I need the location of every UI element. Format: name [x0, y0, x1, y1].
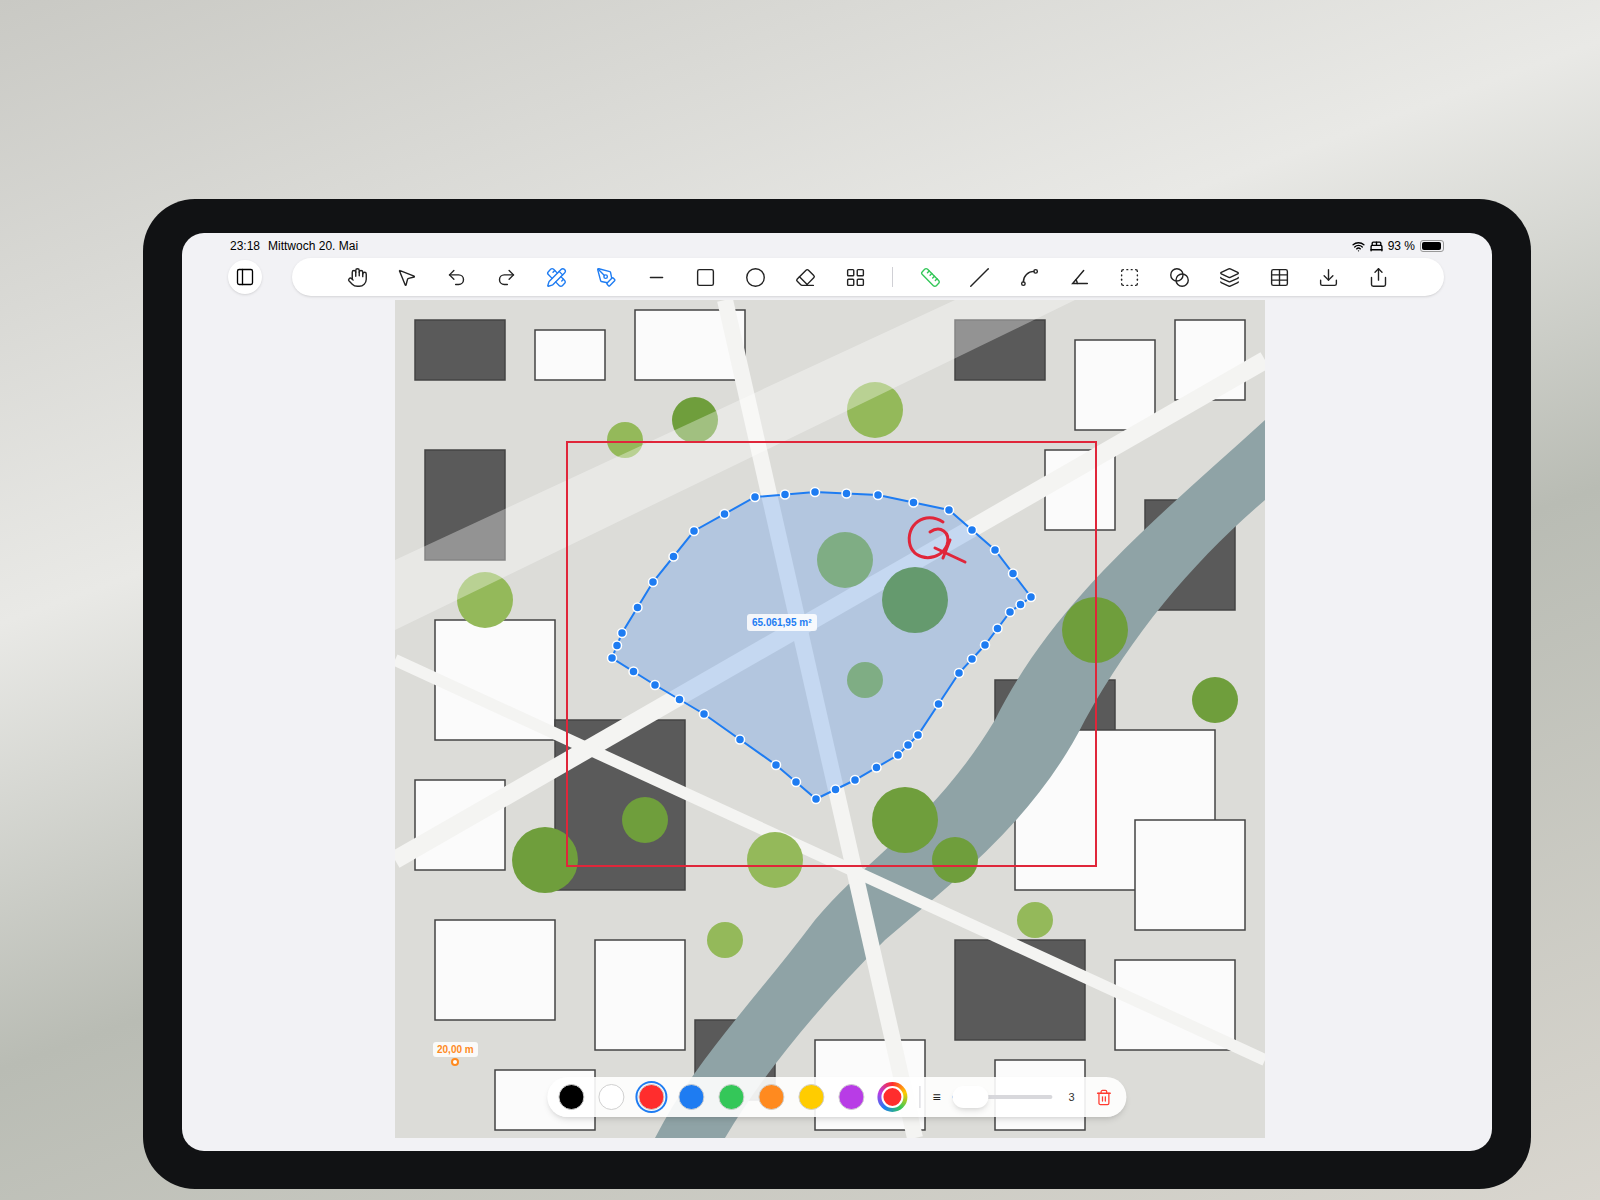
distance-icon [969, 267, 990, 288]
color-swatch[interactable] [717, 1083, 745, 1111]
custom-color-picker[interactable] [877, 1082, 907, 1112]
undo-tool[interactable] [444, 264, 470, 290]
polyline-icon [1019, 267, 1040, 288]
layers-icon [1219, 267, 1240, 288]
tablet-screen: 23:18 Mittwoch 20. Mai 93 % 65.061,95 m² 20,… [182, 233, 1492, 1151]
battery-icon [1420, 240, 1444, 252]
scale-icon [920, 267, 941, 288]
select-tool[interactable] [394, 264, 420, 290]
area-select-tool[interactable] [1117, 264, 1143, 290]
import-icon [1318, 267, 1339, 288]
color-swatch[interactable] [677, 1083, 705, 1111]
color-swatch[interactable] [797, 1083, 825, 1111]
line-tool[interactable] [643, 264, 669, 290]
canvas[interactable]: 65.061,95 m² 20,00 m [182, 297, 1492, 1151]
wifi-icon [1352, 240, 1365, 253]
hand-tool[interactable] [344, 264, 370, 290]
sleep-focus-icon [1370, 240, 1383, 253]
rectangle-icon [695, 267, 716, 288]
trash-icon [1095, 1089, 1112, 1106]
color-swatch[interactable] [597, 1083, 625, 1111]
circle-icon [745, 267, 766, 288]
scale-handle-icon[interactable] [451, 1058, 459, 1066]
color-swatch[interactable] [557, 1083, 585, 1111]
scale-label: 20,00 m [433, 1042, 478, 1066]
pen-icon [596, 267, 617, 288]
overlap-icon [1169, 267, 1190, 288]
table-tool[interactable] [1266, 264, 1292, 290]
share-tool[interactable] [1366, 264, 1392, 290]
stroke-width-value: 3 [1065, 1089, 1079, 1106]
battery-percent: 93 % [1388, 237, 1415, 255]
area-label: 65.061,95 m² [747, 614, 817, 631]
sidebar-toggle[interactable] [228, 260, 262, 294]
polyline-tool[interactable] [1017, 264, 1043, 290]
undo-icon [446, 267, 467, 288]
line-icon [646, 267, 667, 288]
eraser-icon [795, 267, 816, 288]
pen-tool[interactable] [593, 264, 619, 290]
stroke-width-slider[interactable] [953, 1095, 1053, 1099]
area-polygon[interactable] [395, 300, 1265, 1138]
table-icon [1269, 267, 1290, 288]
status-date: Mittwoch 20. Mai [268, 237, 358, 255]
angle-icon [1069, 266, 1091, 288]
stroke-width-icon: ≡ [932, 1087, 940, 1108]
scale-tool[interactable] [917, 264, 943, 290]
toolbar-separator [892, 267, 893, 287]
page: 23:18 Mittwoch 20. Mai 93 % 65.061,95 m² 20,… [0, 0, 1600, 1200]
toolbar-row [182, 257, 1492, 297]
palette-bar: ≡3 [547, 1077, 1126, 1117]
tablet-bezel: 23:18 Mittwoch 20. Mai 93 % 65.061,95 m² 20,… [143, 199, 1531, 1189]
color-swatch[interactable] [837, 1083, 865, 1111]
import-tool[interactable] [1316, 264, 1342, 290]
grid-icon [845, 267, 866, 288]
status-time: 23:18 [230, 237, 260, 255]
color-swatch[interactable] [637, 1083, 665, 1111]
eraser-tool[interactable] [793, 264, 819, 290]
rectangle-tool[interactable] [693, 264, 719, 290]
share-icon [1368, 267, 1389, 288]
circle-tool[interactable] [743, 264, 769, 290]
site-map[interactable]: 65.061,95 m² 20,00 m [395, 300, 1265, 1138]
area-select-icon [1119, 267, 1140, 288]
select-icon [396, 267, 417, 288]
overlap-tool[interactable] [1166, 264, 1192, 290]
distance-tool[interactable] [967, 264, 993, 290]
status-bar: 23:18 Mittwoch 20. Mai 93 % [182, 233, 1492, 257]
redo-tool[interactable] [494, 264, 520, 290]
ruler-pencil-icon [546, 267, 567, 288]
hand-icon [347, 267, 368, 288]
angle-tool[interactable] [1067, 264, 1093, 290]
ruler-pencil-tool[interactable] [543, 264, 569, 290]
delete-button[interactable] [1091, 1084, 1117, 1110]
layers-tool[interactable] [1216, 264, 1242, 290]
grid-tool[interactable] [842, 264, 868, 290]
sidebar-icon [235, 267, 255, 287]
toolbar [292, 258, 1444, 296]
redo-icon [496, 267, 517, 288]
color-swatch[interactable] [757, 1083, 785, 1111]
